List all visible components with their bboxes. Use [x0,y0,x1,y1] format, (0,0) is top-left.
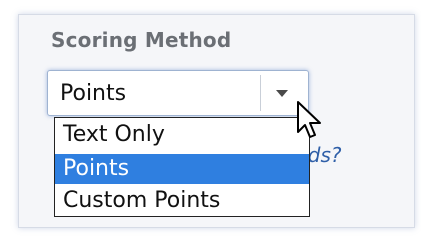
select-current-value: Points [60,81,127,106]
option-text-only[interactable]: Text Only [55,120,309,150]
scoring-method-heading: Scoring Method [51,28,232,52]
scoring-method-select[interactable]: Points [47,70,309,116]
select-divider [260,75,261,111]
option-custom-points[interactable]: Custom Points [55,186,309,216]
scoring-method-dropdown-list: Text Only Points Custom Points [54,117,310,217]
mouse-pointer-icon [297,101,321,138]
option-points[interactable]: Points [55,154,309,184]
dropdown-arrow-icon[interactable] [276,90,288,97]
